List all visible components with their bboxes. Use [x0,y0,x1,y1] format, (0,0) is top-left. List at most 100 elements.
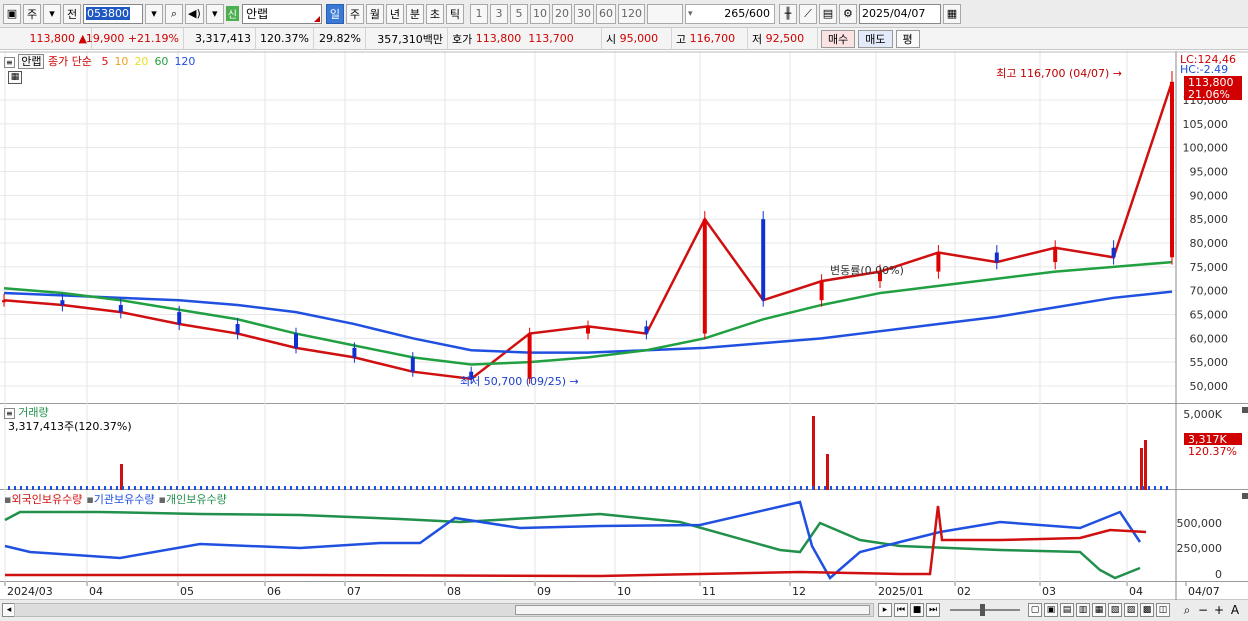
volume-chart[interactable]: 5,000K3,317K120.37% [0,404,1248,490]
date-tick-label: 09 [537,585,551,598]
plus-icon[interactable]: + [1212,603,1226,617]
period-button-5[interactable]: 초 [425,3,444,24]
stock-name-field[interactable]: 안랩 [241,3,322,24]
minute-button-5[interactable]: 5 [509,3,528,24]
layout-icon-3[interactable]: ▤ [1060,603,1074,617]
period-button-4[interactable]: 분 [405,3,424,24]
candle-body [994,252,999,263]
menu-icon[interactable]: ≡ [4,57,15,68]
layout-icon-9[interactable]: ◫ [1156,603,1170,617]
gear-icon[interactable]: ⚙ [838,3,857,24]
current-price: 113,800 ▲ [0,27,92,50]
minute-button-10[interactable]: 10 [529,3,550,24]
stock-label[interactable]: 안랩 [18,54,45,69]
volume-tag-pct: 120.37% [1188,445,1237,458]
holdings-legend-item-2[interactable]: 개인보유수량 [166,493,227,506]
volume-chart-panel[interactable]: 5,000K 3,317K 120.37% ≡ 거래량 3,317,413주(120… [0,404,1248,490]
first-icon[interactable]: ⏮ [894,603,908,617]
layout-icon-5[interactable]: ▦ [1092,603,1106,617]
ma-period-10[interactable]: 10 [114,55,128,68]
zoom-slider[interactable] [950,604,1020,616]
price-tick-label: 95,000 [1190,166,1229,179]
scroll-thumb[interactable] [515,605,870,615]
save-icon[interactable]: ▤ [818,3,837,24]
date-input[interactable]: 2025/04/07 [858,3,941,24]
sell-button[interactable]: 매도 [858,29,893,48]
zoom-icon[interactable]: ⌕ [1180,603,1194,617]
buy-button[interactable]: 매수 [821,29,856,48]
minute-button-20[interactable]: 20 [551,3,572,24]
calendar-icon[interactable]: ▦ [942,3,961,24]
layout-icon-4[interactable]: ▥ [1076,603,1090,617]
layout-icon-7[interactable]: ▨ [1124,603,1138,617]
period-button-2[interactable]: 월 [365,3,384,24]
grid-icon[interactable]: ▦ [8,71,22,84]
stop-icon[interactable]: ■ [910,603,924,617]
custom-period-input[interactable] [646,3,683,24]
stock-code-input[interactable]: 053800 [83,3,143,24]
ma-period-20[interactable]: 20 [134,55,148,68]
market-select[interactable]: 주 [23,3,41,24]
period-button-3[interactable]: 년 [385,3,404,24]
search-icon[interactable]: ⌕ [165,3,183,24]
last-icon[interactable]: ⏭ [926,603,940,617]
scroll-track[interactable] [14,603,874,617]
price-chart-panel[interactable]: 110,000 105,000 100,000 95,000 90,000 85,000 8… [0,51,1248,404]
layout-icon-8[interactable]: ▩ [1140,603,1154,617]
high-price: 116,700 [689,32,736,45]
minute-button-1[interactable]: 1 [469,3,488,24]
ma-periods: 5 10 20 60 120 [95,55,195,68]
minute-button-60[interactable]: 60 [595,3,616,24]
ma-period-120[interactable]: 120 [174,55,195,68]
holdings-legend: ▪외국인보유수량 ▪기관보유수량 ▪개인보유수량 [4,491,231,507]
date-tick-label: 03 [1042,585,1056,598]
volume-value: 3,317,413주(120.37%) [8,420,132,433]
turnover-rate: 29.82% [314,27,366,50]
toolbar: ▣ 주 ▾ 전 053800 ▾ ⌕ ◀) ▾ 신 안랩 일주월년분초틱 135… [0,0,1248,28]
price-tick-label: 70,000 [1190,285,1229,298]
price-value: 113,800 [29,32,76,45]
dropdown-icon[interactable]: ▾ [43,3,61,24]
date-tick-label: 10 [617,585,631,598]
ma-label[interactable]: 종가 단순 [48,55,92,68]
period-button-1[interactable]: 주 [345,3,364,24]
low-price: 92,500 [765,32,805,45]
period-button-0[interactable]: 일 [325,3,344,24]
minute-button-3[interactable]: 3 [489,3,508,24]
window-icon[interactable]: ▣ [3,3,21,24]
date-tick-label: 04 [89,585,103,598]
holdings-legend-item-1[interactable]: 기관보유수량 [94,493,155,506]
holdings-chart-panel[interactable]: 500,000 250,000 0 ▪외국인보유수량 ▪기관보유수량 ▪개인보유수량 [0,490,1248,582]
code-dropdown-icon[interactable]: ▾ [145,3,163,24]
prefix-button[interactable]: 전 [63,3,81,24]
panel-close-icon [1242,493,1248,499]
font-icon[interactable]: A [1228,603,1242,617]
price-tick-label: 50,000 [1190,380,1229,393]
minute-button-120[interactable]: 120 [617,3,645,24]
price-chart[interactable]: 110,000105,000100,00095,00090,00085,0008… [0,51,1248,404]
volume-ratio: 120.37% [256,27,314,50]
scroll-right-icon[interactable]: ▸ [878,603,892,617]
volume-bar [812,416,815,490]
layout-icon-2[interactable]: ▣ [1044,603,1058,617]
speaker-icon[interactable]: ◀) [185,3,204,24]
eval-button[interactable]: 평 [895,29,920,48]
minute-button-30[interactable]: 30 [573,3,594,24]
ma-period-5[interactable]: 5 [101,55,108,68]
minus-icon[interactable]: − [1196,603,1210,617]
count-caret-icon: ▾ [687,8,693,19]
indicator-icon[interactable]: ⟋ [798,3,817,24]
ma-period-60[interactable]: 60 [154,55,168,68]
date-tick-label: 05 [180,585,194,598]
change-pct: +21.19% [127,32,179,45]
volume-bar [1144,440,1147,490]
period-button-6[interactable]: 틱 [445,3,464,24]
high-label: 고 [676,32,687,46]
arrow-icon[interactable]: ▾ [205,3,224,24]
candle-icon[interactable]: ╫ [778,3,797,24]
candle-body [644,326,649,334]
data-count-field[interactable]: ▾ 265/600 [684,3,775,24]
layout-icon-6[interactable]: ▧ [1108,603,1122,617]
layout-icon-1[interactable]: ▢ [1028,603,1042,617]
holdings-legend-item-0[interactable]: 외국인보유수량 [11,493,82,506]
